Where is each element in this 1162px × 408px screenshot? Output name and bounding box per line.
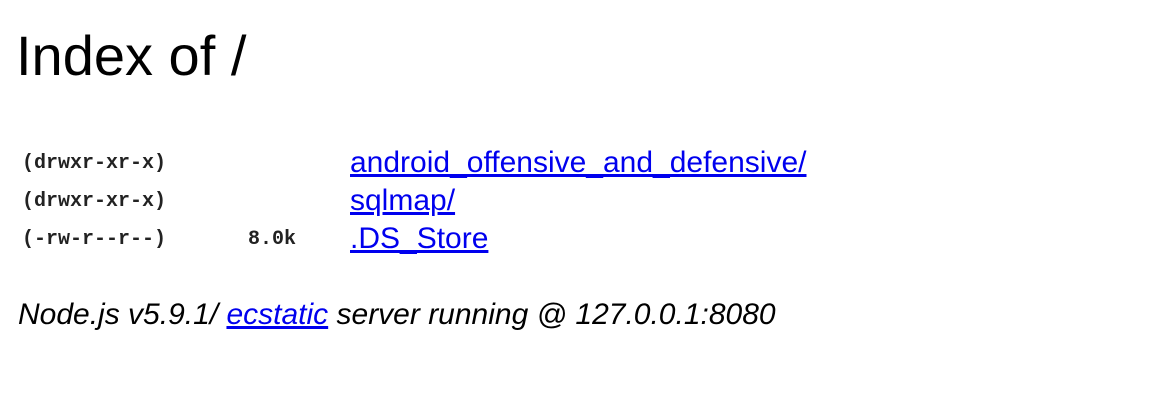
- directory-listing: (drwxr-xr-x) android_offensive_and_defen…: [22, 144, 806, 258]
- file-size: 8.0k: [248, 227, 297, 251]
- entry-link-sqlmap[interactable]: sqlmap/: [350, 184, 455, 217]
- permissions: (-rw-r--r--): [22, 227, 167, 251]
- listing-row: (drwxr-xr-x) sqlmap/: [22, 182, 806, 220]
- page-title: Index of /: [16, 24, 247, 87]
- file-size: [248, 144, 350, 182]
- file-size: [248, 182, 350, 220]
- permissions: (drwxr-xr-x): [22, 151, 167, 175]
- entry-link-android-offensive-and-defensive[interactable]: android_offensive_and_defensive/: [350, 146, 806, 179]
- listing-row: (drwxr-xr-x) android_offensive_and_defen…: [22, 144, 806, 182]
- permissions: (drwxr-xr-x): [22, 189, 167, 213]
- listing-row: (-rw-r--r--) 8.0k .DS_Store: [22, 220, 806, 258]
- footer-suffix: server running @ 127.0.0.1:8080: [328, 298, 776, 331]
- ecstatic-link[interactable]: ecstatic: [226, 298, 328, 331]
- server-footer: Node.js v5.9.1/ ecstatic server running …: [18, 298, 776, 332]
- footer-prefix: Node.js v5.9.1/: [18, 298, 227, 331]
- entry-link-ds-store[interactable]: .DS_Store: [350, 222, 488, 255]
